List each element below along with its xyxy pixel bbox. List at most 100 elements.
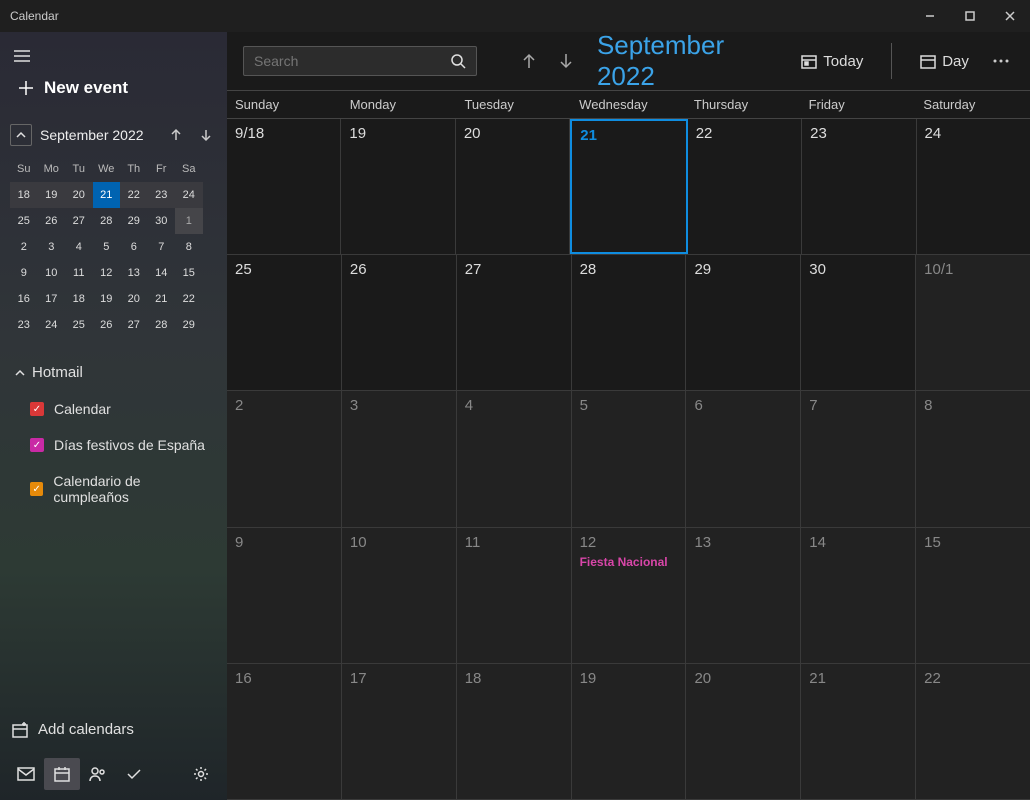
calendar-day-cell[interactable]: 16: [227, 664, 342, 799]
calendar-checkbox-item[interactable]: ✓ Calendario de cumpleaños: [10, 463, 217, 515]
calendar-day-cell[interactable]: 10/1: [916, 255, 1030, 390]
mini-cal-day[interactable]: 4: [65, 234, 93, 260]
mail-app-button[interactable]: [8, 758, 44, 790]
mini-cal-day[interactable]: 22: [175, 286, 203, 312]
calendar-day-cell[interactable]: 22: [688, 119, 802, 254]
calendar-day-cell[interactable]: 18: [457, 664, 572, 799]
mini-cal-day[interactable]: 19: [38, 182, 66, 208]
calendar-day-cell[interactable]: 5: [572, 391, 687, 526]
calendar-day-cell[interactable]: 4: [457, 391, 572, 526]
mini-cal-day[interactable]: 24: [38, 312, 66, 338]
mini-cal-day[interactable]: 27: [120, 312, 148, 338]
mini-cal-day[interactable]: 30: [148, 208, 176, 234]
hamburger-menu-button[interactable]: [10, 44, 34, 68]
calendar-day-cell[interactable]: 21: [801, 664, 916, 799]
calendar-day-cell[interactable]: 23: [802, 119, 916, 254]
calendar-day-cell[interactable]: 15: [916, 528, 1030, 663]
add-calendars-button[interactable]: Add calendars: [0, 707, 227, 752]
prev-month-button[interactable]: [517, 47, 542, 75]
account-toggle[interactable]: Hotmail: [10, 354, 217, 391]
calendar-day-cell[interactable]: 27: [457, 255, 572, 390]
today-button[interactable]: Today: [793, 49, 871, 74]
mini-cal-day[interactable]: 17: [38, 286, 66, 312]
mini-cal-day[interactable]: 26: [38, 208, 66, 234]
minimize-button[interactable]: [910, 0, 950, 32]
mini-cal-day[interactable]: 9: [10, 260, 38, 286]
calendar-checkbox-item[interactable]: ✓ Días festivos de España: [10, 427, 217, 463]
search-input[interactable]: [254, 53, 450, 69]
mini-cal-day[interactable]: 23: [148, 182, 176, 208]
mini-cal-day[interactable]: 25: [65, 312, 93, 338]
mini-cal-collapse-button[interactable]: [10, 124, 32, 146]
search-box[interactable]: [243, 46, 477, 76]
mini-cal-day[interactable]: 14: [148, 260, 176, 286]
mini-cal-day[interactable]: 25: [10, 208, 38, 234]
mini-cal-next-button[interactable]: [195, 124, 217, 146]
calendar-day-cell[interactable]: 9/18: [227, 119, 341, 254]
calendar-day-cell[interactable]: 8: [916, 391, 1030, 526]
calendar-day-cell[interactable]: 20: [456, 119, 570, 254]
mini-cal-day[interactable]: 21: [148, 286, 176, 312]
mini-cal-day[interactable]: 5: [93, 234, 121, 260]
calendar-day-cell[interactable]: 3: [342, 391, 457, 526]
mini-cal-day[interactable]: 18: [10, 182, 38, 208]
calendar-day-cell[interactable]: 21: [570, 119, 687, 254]
calendar-day-cell[interactable]: 7: [801, 391, 916, 526]
mini-cal-day[interactable]: 24: [175, 182, 203, 208]
mini-cal-prev-button[interactable]: [165, 124, 187, 146]
todo-app-button[interactable]: [116, 758, 152, 790]
calendar-day-cell[interactable]: 19: [572, 664, 687, 799]
mini-cal-day[interactable]: 7: [148, 234, 176, 260]
mini-cal-day[interactable]: 26: [93, 312, 121, 338]
calendar-day-cell[interactable]: 11: [457, 528, 572, 663]
calendar-day-cell[interactable]: 14: [801, 528, 916, 663]
mini-cal-day[interactable]: 21: [93, 182, 121, 208]
calendar-day-cell[interactable]: 12 Fiesta Nacional: [572, 528, 687, 663]
mini-cal-day[interactable]: 10: [38, 260, 66, 286]
calendar-day-cell[interactable]: 26: [342, 255, 457, 390]
calendar-event[interactable]: Fiesta Nacional: [580, 555, 678, 569]
more-options-button[interactable]: [989, 47, 1014, 75]
mini-cal-day[interactable]: 19: [93, 286, 121, 312]
mini-cal-day[interactable]: 28: [93, 208, 121, 234]
mini-cal-day[interactable]: 18: [65, 286, 93, 312]
mini-cal-day[interactable]: 27: [65, 208, 93, 234]
calendar-day-cell[interactable]: 24: [917, 119, 1030, 254]
mini-cal-day[interactable]: 29: [120, 208, 148, 234]
calendar-day-cell[interactable]: 20: [686, 664, 801, 799]
calendar-day-cell[interactable]: 22: [916, 664, 1030, 799]
mini-cal-day[interactable]: 15: [175, 260, 203, 286]
mini-cal-day[interactable]: 28: [148, 312, 176, 338]
next-month-button[interactable]: [554, 47, 579, 75]
mini-cal-day[interactable]: 29: [175, 312, 203, 338]
people-app-button[interactable]: [80, 758, 116, 790]
calendar-day-cell[interactable]: 17: [342, 664, 457, 799]
calendar-day-cell[interactable]: 28: [572, 255, 687, 390]
mini-cal-day[interactable]: 1: [175, 208, 203, 234]
mini-cal-day[interactable]: 2: [10, 234, 38, 260]
calendar-day-cell[interactable]: 19: [341, 119, 455, 254]
view-switcher-button[interactable]: Day: [912, 49, 977, 74]
calendar-day-cell[interactable]: 25: [227, 255, 342, 390]
mini-cal-day[interactable]: 16: [10, 286, 38, 312]
mini-cal-day[interactable]: 13: [120, 260, 148, 286]
calendar-day-cell[interactable]: 29: [686, 255, 801, 390]
calendar-app-button[interactable]: [44, 758, 80, 790]
calendar-day-cell[interactable]: 2: [227, 391, 342, 526]
maximize-button[interactable]: [950, 0, 990, 32]
calendar-day-cell[interactable]: 13: [686, 528, 801, 663]
close-button[interactable]: [990, 0, 1030, 32]
mini-cal-day[interactable]: 20: [120, 286, 148, 312]
calendar-day-cell[interactable]: 10: [342, 528, 457, 663]
calendar-day-cell[interactable]: 30: [801, 255, 916, 390]
calendar-checkbox-item[interactable]: ✓ Calendar: [10, 391, 217, 427]
calendar-day-cell[interactable]: 9: [227, 528, 342, 663]
mini-cal-day[interactable]: 11: [65, 260, 93, 286]
mini-cal-day[interactable]: 23: [10, 312, 38, 338]
calendar-day-cell[interactable]: 6: [686, 391, 801, 526]
mini-cal-day[interactable]: 3: [38, 234, 66, 260]
new-event-button[interactable]: New event: [10, 68, 217, 108]
settings-button[interactable]: [183, 758, 219, 790]
mini-cal-day[interactable]: 8: [175, 234, 203, 260]
mini-cal-day[interactable]: 20: [65, 182, 93, 208]
